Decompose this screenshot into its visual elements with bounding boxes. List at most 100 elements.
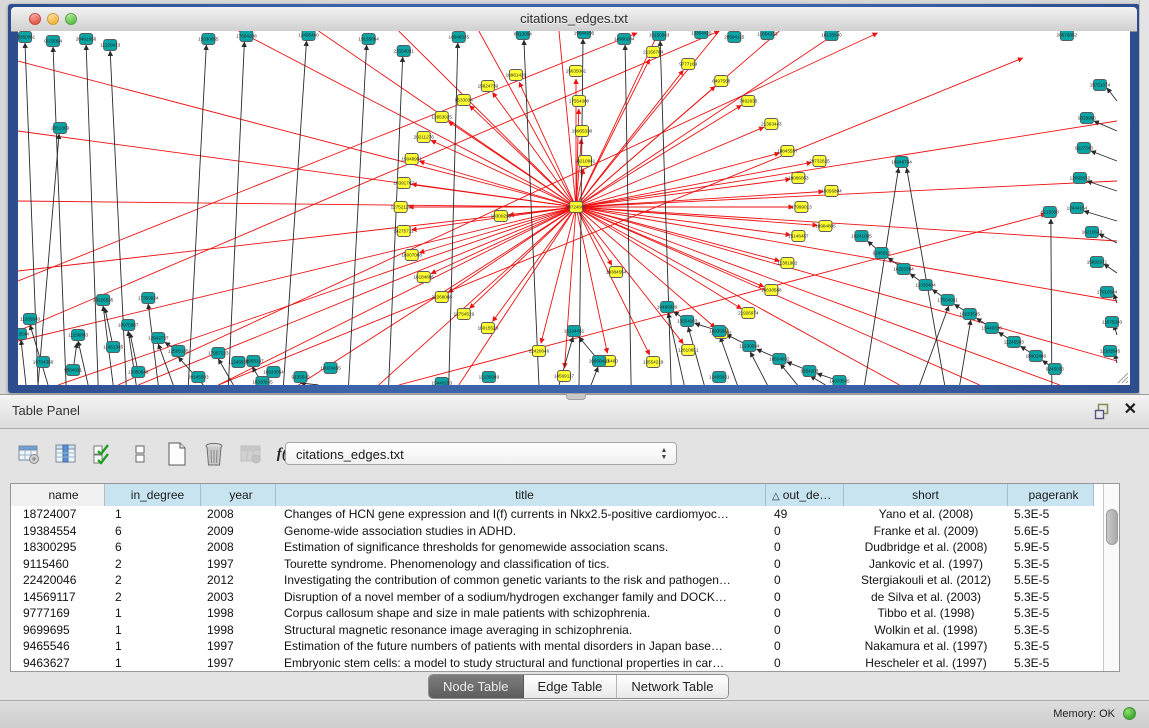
graph-edge [148,304,158,385]
graph-edge [1104,264,1117,273]
column-header-name[interactable]: name [11,484,105,506]
graph-edge [576,207,1117,361]
column-header-title[interactable]: title [276,484,766,506]
window-titlebar[interactable]: citations_edges.txt [11,7,1137,32]
graph-node-label: 19965330 [572,129,593,134]
graph-edge [18,31,719,331]
float-panel-icon[interactable] [1094,403,1111,420]
graph-node-label: 12505135 [168,349,189,354]
graph-node-label: 12455031 [709,375,730,380]
table-row[interactable]: 1830029562008Estimation of significance … [11,539,1119,556]
graph-node-label: 18184805 [413,275,434,280]
column-header-short[interactable]: short [844,484,1008,506]
column-header-in-degree[interactable]: in_degree [105,484,201,506]
table-body: 1872400712008Changes of HCN gene express… [11,506,1119,671]
graph-node-label: 16007088 [401,253,422,258]
cell-in-degree: 1 [105,655,201,672]
graph-node-label: 15048951 [401,157,422,162]
column-header-out-degree[interactable]: △out_de… [766,484,844,506]
cell-title: Structural magnetic resonance image aver… [276,622,766,639]
table-panel-header[interactable]: Table Panel ✕ [0,395,1149,429]
graph-node-label: 11335540 [20,317,41,322]
graph-node-label: 14033545 [829,379,850,384]
graph-edge [38,134,59,385]
delete-columns-icon[interactable] [201,441,227,467]
graph-edge [1091,151,1117,161]
graph-node-label: 13554219 [643,360,664,365]
network-view-window[interactable]: citations_edges.txt 18724007160155231275… [8,4,1140,393]
select-columns-icon[interactable] [53,441,79,467]
cell-name: 19384554 [11,523,105,540]
cell-short: Wolkin et al. (1998) [844,622,1008,639]
graph-node-label: 12093832 [1070,176,1091,181]
table-row[interactable]: 2242004622012Investigating the contribut… [11,572,1119,589]
table-selector-dropdown[interactable]: citations_edges.txt ▲▼ [285,442,677,465]
network-canvas[interactable]: 1872400716015523127545192226806818184805… [18,31,1130,385]
graph-edge [283,41,306,385]
resize-grip-icon[interactable] [1115,370,1129,384]
delete-table-icon[interactable] [238,441,264,467]
scrollbar-thumb[interactable] [1106,509,1118,545]
table-row[interactable]: 1872400712008Changes of HCN gene express… [11,506,1119,523]
tab-network-table[interactable]: Network Table [617,675,727,698]
splitter-handle[interactable] [566,394,586,400]
cell-in-degree: 2 [105,572,201,589]
cell-year: 1997 [201,556,276,573]
tab-edge-table[interactable]: Edge Table [524,675,618,698]
graph-edge [576,207,1117,241]
graph-edge [1099,234,1117,243]
graph-node-label: 16961428 [506,73,527,78]
column-header-pagerank[interactable]: pagerank [1008,484,1094,506]
graph-node-label: 11240533 [228,360,249,365]
memory-ok-indicator [1123,707,1136,720]
table-row[interactable]: 1456911722003Disruption of a novel membe… [11,589,1119,606]
graph-node-label: 9133054 [44,39,62,44]
graph-edge [78,341,88,385]
graph-node-label: 11381902 [777,261,798,266]
row-height-icon[interactable] [127,441,153,467]
graph-edge [591,367,598,385]
table-row[interactable]: 946362711997Embryonic stem cells: a mode… [11,655,1119,672]
show-columns-icon[interactable] [90,441,116,467]
table-row[interactable]: 946554611997Estimation of the future num… [11,638,1119,655]
graph-node-label: 2051309 [51,126,69,131]
table-row[interactable]: 1938455462009Genome-wide association stu… [11,523,1119,540]
table-settings-icon[interactable] [16,441,42,467]
graph-node-label: 9554031 [64,368,82,373]
graph-edge [750,352,767,385]
graph-node-label: 12135049 [479,375,500,380]
tab-node-table[interactable]: Node Table [429,675,524,698]
vertical-scrollbar[interactable] [1103,484,1119,671]
graph-node-label: 13350645 [128,370,149,375]
graph-edge [21,340,26,385]
cell-year: 1998 [201,605,276,622]
table-header-row: name in_degree year title △out_de… short… [11,484,1119,506]
table-row[interactable]: 969969511998Structural magnetic resonanc… [11,622,1119,639]
cell-year: 2008 [201,539,276,556]
graph-node-label: 16704356 [33,360,54,365]
close-panel-icon[interactable]: ✕ [1124,401,1137,419]
column-header-year[interactable]: year [201,484,276,506]
graph-node-label: 9227343 [1075,146,1093,151]
cell-name: 9463627 [11,655,105,672]
graph-node-label: 16533054 [263,370,284,375]
graph-edge [53,47,66,385]
cell-out-degree: 0 [766,638,844,655]
graph-node-label: 17554300 [569,99,590,104]
table-row[interactable]: 911546021997Tourette syndrome. Phenomeno… [11,556,1119,573]
graph-node-label: 20145503 [188,375,209,380]
graph-node-label: 17554031 [937,298,958,303]
graph-node-label: 18300295 [491,214,512,219]
node-table[interactable]: name in_degree year title △out_de… short… [10,483,1120,672]
graph-node-label: 11230564 [739,344,760,349]
table-panel-title: Table Panel [12,403,80,418]
table-type-tabs: Node Table Edge Table Network Table [428,674,729,699]
graph-node-label: 14638588 [761,288,782,293]
cell-short: de Silva et al. (2003) [844,589,1008,606]
graph-node-label: 6497568 [712,79,730,84]
network-graph[interactable]: 1872400716015523127545192226806818184805… [18,31,1130,385]
table-row[interactable]: 977716911998Corpus callosum shape and si… [11,605,1119,622]
new-table-icon[interactable] [164,441,190,467]
graph-node-label: 21363443 [761,122,782,127]
graph-node-label: 15751074 [1090,83,1111,88]
